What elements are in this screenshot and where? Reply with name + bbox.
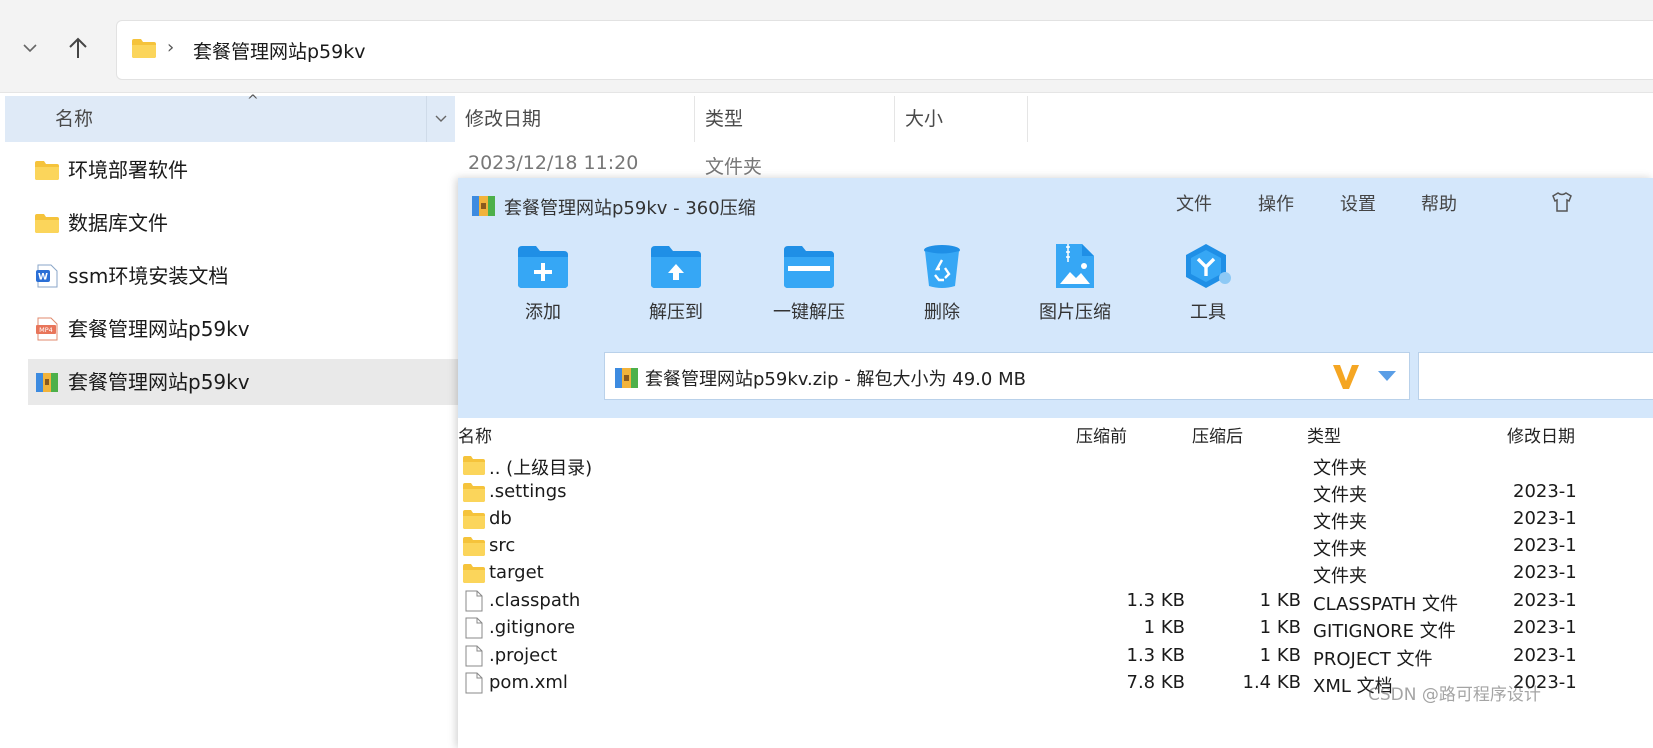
file-row[interactable]: W ssm环境安装文档 bbox=[28, 253, 458, 299]
file-name: 套餐管理网站p59kv bbox=[68, 370, 250, 394]
mp4-file-icon: MP4 bbox=[36, 317, 58, 341]
column-header-modified[interactable]: 修改日期 bbox=[1507, 422, 1575, 447]
file-icon bbox=[465, 617, 483, 639]
file-row[interactable]: MP4 套餐管理网站p59kv bbox=[28, 306, 458, 352]
word-doc-icon: W bbox=[36, 264, 58, 288]
extract-to-icon bbox=[651, 246, 701, 288]
column-header-name[interactable]: ^ 名称 bbox=[5, 93, 455, 142]
skin-shirt-icon[interactable] bbox=[1550, 190, 1574, 214]
chevron-down-icon bbox=[435, 115, 447, 122]
list-item[interactable]: .project 1.3 KB 1 KB PROJECT 文件 2023-1 bbox=[458, 643, 1653, 670]
list-item[interactable]: db 文件夹 2023-1 bbox=[458, 506, 1653, 533]
one-click-extract-button[interactable]: 一键解压 bbox=[754, 242, 864, 332]
chevron-down-icon[interactable] bbox=[1377, 369, 1397, 383]
file-date: 2023/12/18 11:20 bbox=[468, 152, 639, 174]
folder-icon bbox=[463, 537, 485, 556]
folder-icon bbox=[35, 214, 59, 233]
column-filter-dropdown[interactable] bbox=[426, 96, 455, 142]
tools-icon bbox=[1186, 244, 1231, 288]
menu-operate[interactable]: 操作 bbox=[1258, 190, 1294, 216]
v-logo-icon[interactable] bbox=[1331, 359, 1361, 393]
address-bar[interactable]: › 套餐管理网站p59kv bbox=[116, 20, 1653, 80]
tools-button[interactable]: 工具 bbox=[1153, 242, 1263, 332]
list-item[interactable]: .. (上级目录) 文件夹 bbox=[458, 452, 1653, 479]
file-icon bbox=[465, 590, 483, 612]
file-type: 文件夹 bbox=[705, 156, 763, 178]
file-name: ssm环境安装文档 bbox=[68, 264, 229, 288]
list-item[interactable]: .classpath 1.3 KB 1 KB CLASSPATH 文件 2023… bbox=[458, 588, 1653, 615]
chevron-down-icon bbox=[23, 44, 37, 53]
image-compress-icon bbox=[1056, 244, 1094, 288]
folder-icon bbox=[132, 39, 156, 58]
delete-button[interactable]: 删除 bbox=[887, 242, 997, 332]
zip-archive-icon bbox=[36, 373, 58, 392]
file-name: 套餐管理网站p59kv bbox=[68, 317, 250, 341]
add-button[interactable]: 添加 bbox=[488, 242, 598, 332]
zip-path-text: 套餐管理网站p59kv.zip - 解包大小为 49.0 MB bbox=[645, 369, 1026, 390]
image-compress-button[interactable]: 图片压缩 bbox=[1020, 242, 1130, 332]
file-row[interactable]: 数据库文件 bbox=[28, 200, 458, 246]
file-name: 环境部署软件 bbox=[68, 158, 188, 182]
file-icon bbox=[465, 645, 483, 667]
recent-locations-button[interactable] bbox=[10, 28, 50, 68]
folder-icon bbox=[463, 564, 485, 583]
csdn-watermark: CSDN @路可程序设计 bbox=[1368, 685, 1541, 705]
add-icon bbox=[518, 246, 568, 288]
list-item[interactable]: target 文件夹 2023-1 bbox=[458, 560, 1653, 587]
folder-icon bbox=[463, 510, 485, 529]
extract-to-button[interactable]: 解压到 bbox=[621, 242, 731, 332]
folder-icon bbox=[463, 483, 485, 502]
column-header-name[interactable]: 名称 bbox=[458, 422, 492, 447]
column-header-type[interactable]: 类型 bbox=[1307, 422, 1341, 447]
zip-path-bar[interactable]: 套餐管理网站p59kv.zip - 解包大小为 49.0 MB bbox=[604, 352, 1410, 400]
menu-file[interactable]: 文件 bbox=[1176, 190, 1212, 216]
column-header-after[interactable]: 压缩后 bbox=[1192, 422, 1243, 447]
list-item[interactable]: .settings 文件夹 2023-1 bbox=[458, 479, 1653, 506]
zip-archive-icon bbox=[615, 368, 638, 388]
zip-titlebar[interactable]: 套餐管理网站p59kv - 360压缩 文件 操作 设置 帮助 bbox=[458, 178, 1653, 230]
column-header-date[interactable]: 修改日期 bbox=[455, 96, 695, 142]
svg-text:MP4: MP4 bbox=[39, 326, 53, 334]
svg-text:W: W bbox=[38, 273, 48, 283]
column-header-size[interactable]: 大小 bbox=[895, 96, 1028, 142]
file-name: 数据库文件 bbox=[68, 211, 168, 235]
arrow-up-icon bbox=[69, 37, 87, 58]
one-click-extract-icon bbox=[784, 246, 834, 288]
file-icon bbox=[465, 672, 483, 694]
breadcrumb-separator-icon: › bbox=[167, 37, 175, 58]
delete-icon bbox=[924, 245, 960, 288]
menu-help[interactable]: 帮助 bbox=[1421, 190, 1457, 216]
menu-settings[interactable]: 设置 bbox=[1340, 190, 1376, 216]
file-row[interactable]: 环境部署软件 bbox=[28, 147, 458, 193]
zip-column-headers: 名称 压缩前 压缩后 类型 修改日期 bbox=[458, 418, 1653, 450]
sort-ascending-icon: ^ bbox=[247, 93, 259, 109]
column-header-type[interactable]: 类型 bbox=[695, 96, 895, 142]
list-item[interactable]: src 文件夹 2023-1 bbox=[458, 533, 1653, 560]
file-row-selected[interactable]: 套餐管理网站p59kv bbox=[28, 359, 458, 405]
zip-window: 套餐管理网站p59kv - 360压缩 文件 操作 设置 帮助 添加 解压到 一 bbox=[458, 178, 1653, 748]
zip-window-title: 套餐管理网站p59kv - 360压缩 bbox=[504, 198, 756, 219]
zip-search-input[interactable] bbox=[1418, 352, 1653, 400]
column-header-before[interactable]: 压缩前 bbox=[1076, 422, 1127, 447]
breadcrumb-segment[interactable]: 套餐管理网站p59kv bbox=[193, 37, 366, 64]
folder-icon bbox=[463, 456, 485, 475]
zip-archive-icon bbox=[472, 196, 495, 216]
list-item[interactable]: .gitignore 1 KB 1 KB GITIGNORE 文件 2023-1 bbox=[458, 615, 1653, 642]
up-button[interactable] bbox=[58, 28, 98, 68]
folder-icon bbox=[35, 161, 59, 180]
